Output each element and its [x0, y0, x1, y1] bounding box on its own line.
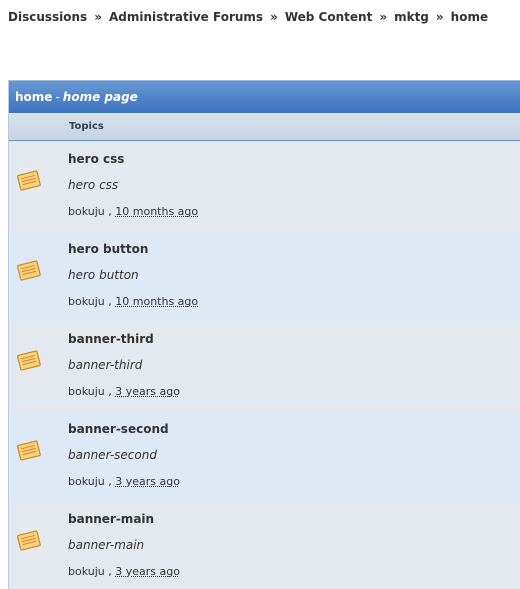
breadcrumb-item-web-content[interactable]: Web Content: [285, 10, 372, 24]
topic-description: banner-main: [68, 538, 144, 552]
topic-time: 10 months ago: [115, 205, 198, 218]
topic-author: bokuju: [68, 475, 105, 488]
note-icon: [15, 529, 43, 553]
topic-description: banner-third: [68, 358, 142, 372]
topic-description: hero css: [68, 178, 118, 192]
breadcrumb-separator: »: [94, 10, 102, 24]
topic-author: bokuju: [68, 295, 105, 308]
topic-row: banner-third banner-third bokuju , 3 yea…: [9, 321, 520, 411]
topic-meta-separator: ,: [105, 475, 116, 488]
topic-meta: bokuju , 3 years ago: [68, 565, 180, 578]
forum-name-separator: -: [55, 90, 59, 104]
breadcrumb-item-discussions[interactable]: Discussions: [8, 10, 87, 24]
note-icon: [15, 349, 43, 373]
note-icon: [15, 259, 43, 283]
topic-meta: bokuju , 3 years ago: [68, 385, 180, 398]
topic-meta-separator: ,: [105, 205, 116, 218]
topic-title-link[interactable]: hero button: [68, 242, 148, 256]
topic-author: bokuju: [68, 565, 105, 578]
topic-description: hero button: [68, 268, 139, 282]
breadcrumb: Discussions » Administrative Forums » Web Co…: [8, 10, 520, 24]
topic-title-link[interactable]: banner-third: [68, 332, 154, 346]
topic-author: bokuju: [68, 385, 105, 398]
topic-time: 3 years ago: [115, 385, 180, 398]
topic-title-link[interactable]: banner-main: [68, 512, 154, 526]
topic-time: 10 months ago: [115, 295, 198, 308]
topic-time: 3 years ago: [115, 475, 180, 488]
note-icon: [15, 439, 43, 463]
topic-row: banner-second banner-second bokuju , 3 y…: [9, 411, 520, 501]
breadcrumb-item-home: home: [451, 10, 488, 24]
topic-meta-separator: ,: [105, 385, 116, 398]
forum-header: home - home page: [9, 80, 520, 113]
forum-description: home page: [63, 90, 138, 104]
breadcrumb-separator: »: [436, 10, 444, 24]
topic-meta: bokuju , 10 months ago: [68, 295, 198, 308]
breadcrumb-item-mktg[interactable]: mktg: [394, 10, 429, 24]
topic-meta-separator: ,: [105, 295, 116, 308]
topic-title-link[interactable]: banner-second: [68, 422, 169, 436]
topic-row: hero css hero css bokuju , 10 months ago: [9, 141, 520, 231]
topic-time: 3 years ago: [115, 565, 180, 578]
topic-meta: bokuju , 10 months ago: [68, 205, 198, 218]
forum-name: home: [15, 90, 52, 104]
topic-description: banner-second: [68, 448, 157, 462]
topic-row: hero button hero button bokuju , 10 mont…: [9, 231, 520, 321]
forum-table: home - home page Topics hero css hero css …: [8, 80, 520, 589]
breadcrumb-separator: »: [379, 10, 387, 24]
topic-meta: bokuju , 3 years ago: [68, 475, 180, 488]
topics-column-header[interactable]: Topics: [9, 113, 520, 141]
breadcrumb-item-administrative-forums[interactable]: Administrative Forums: [109, 10, 263, 24]
topic-meta-separator: ,: [105, 565, 116, 578]
topic-author: bokuju: [68, 205, 105, 218]
topic-title-link[interactable]: hero css: [68, 152, 124, 166]
breadcrumb-separator: »: [270, 10, 278, 24]
topic-row: banner-main banner-main bokuju , 3 years…: [9, 501, 520, 589]
note-icon: [15, 169, 43, 193]
